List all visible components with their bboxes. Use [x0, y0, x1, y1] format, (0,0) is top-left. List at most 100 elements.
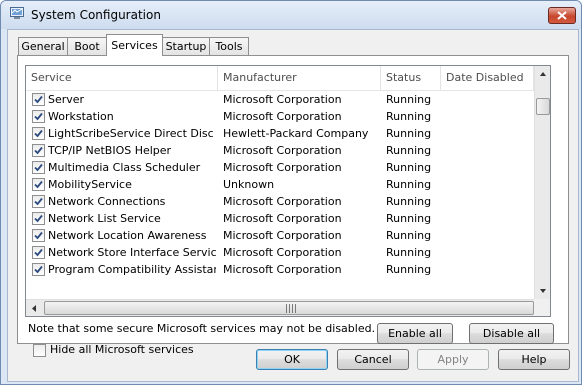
- service-checkbox[interactable]: [32, 246, 45, 259]
- column-header-manufacturer[interactable]: Manufacturer: [218, 66, 381, 90]
- date-disabled-cell: [446, 261, 534, 278]
- table-row[interactable]: Network Location Awareness Microsoft Corp…: [26, 227, 534, 244]
- table-row[interactable]: Network Connections Microsoft Corporation…: [26, 193, 534, 210]
- scroll-left-button[interactable]: [26, 300, 42, 316]
- service-checkbox[interactable]: [32, 144, 45, 157]
- service-name-cell: Network Location Awareness: [48, 229, 207, 242]
- checkmark-icon: [34, 231, 43, 240]
- date-disabled-cell: [446, 142, 534, 159]
- arrow-left-icon: [32, 305, 36, 312]
- tab-tools[interactable]: Tools: [209, 37, 249, 55]
- horizontal-scrollbar[interactable]: ||||: [26, 299, 534, 316]
- manufacturer-cell: Microsoft Corporation: [223, 110, 342, 123]
- service-checkbox[interactable]: [32, 127, 45, 140]
- checkmark-icon: [34, 180, 43, 189]
- services-list[interactable]: Service Manufacturer Status Date Disable…: [25, 65, 551, 317]
- date-disabled-cell: [446, 210, 534, 227]
- status-cell: Running: [386, 144, 432, 157]
- manufacturer-cell: Microsoft Corporation: [223, 246, 342, 259]
- tab-boot[interactable]: Boot: [67, 37, 107, 55]
- table-row[interactable]: Multimedia Class Scheduler Microsoft Corp…: [26, 159, 534, 176]
- service-checkbox[interactable]: [32, 195, 45, 208]
- column-header-status[interactable]: Status: [381, 66, 441, 90]
- service-checkbox[interactable]: [32, 263, 45, 276]
- service-name-cell: Server: [48, 93, 85, 106]
- services-rows: Server Microsoft Corporation Running Workst…: [26, 91, 534, 278]
- table-row[interactable]: TCP/IP NetBIOS Helper Microsoft Corporati…: [26, 142, 534, 159]
- horizontal-scroll-thumb[interactable]: ||||: [44, 301, 534, 315]
- date-disabled-cell: [446, 193, 534, 210]
- scroll-down-button[interactable]: [535, 282, 550, 299]
- vertical-scroll-thumb[interactable]: [536, 98, 550, 115]
- status-cell: Running: [386, 110, 432, 123]
- table-row[interactable]: LightScribeService Direct Disc La... Hewl…: [26, 125, 534, 142]
- arrow-down-icon: [540, 289, 546, 293]
- status-cell: Running: [386, 263, 432, 276]
- service-checkbox[interactable]: [32, 178, 45, 191]
- dialog-client-area: General Boot Services Startup Tools Serv…: [7, 29, 579, 382]
- disable-all-button[interactable]: Disable all: [469, 323, 554, 344]
- tab-general[interactable]: General: [18, 37, 68, 55]
- checkmark-icon: [34, 112, 43, 121]
- vertical-scrollbar[interactable]: [534, 66, 550, 299]
- status-cell: Running: [386, 195, 432, 208]
- table-row[interactable]: Network List Service Microsoft Corporatio…: [26, 210, 534, 227]
- date-disabled-cell: [446, 125, 534, 142]
- date-disabled-cell: [446, 176, 534, 193]
- system-configuration-window: System Configuration General Boot Servic…: [0, 0, 582, 385]
- column-header-service[interactable]: Service: [26, 66, 218, 90]
- table-row[interactable]: Workstation Microsoft Corporation Running: [26, 108, 534, 125]
- manufacturer-cell: Microsoft Corporation: [223, 229, 342, 242]
- service-checkbox[interactable]: [32, 161, 45, 174]
- scroll-up-button[interactable]: [535, 66, 550, 83]
- service-name-cell: TCP/IP NetBIOS Helper: [48, 144, 172, 157]
- manufacturer-cell: Hewlett-Packard Company: [223, 127, 369, 140]
- close-icon: [557, 11, 567, 20]
- scrollbar-corner: [534, 299, 550, 316]
- date-disabled-cell: [446, 159, 534, 176]
- apply-button[interactable]: Apply: [417, 349, 489, 370]
- column-header-date-disabled[interactable]: Date Disabled: [441, 66, 534, 90]
- manufacturer-cell: Microsoft Corporation: [223, 144, 342, 157]
- status-cell: Running: [386, 178, 432, 191]
- list-header: Service Manufacturer Status Date Disable…: [26, 66, 534, 91]
- help-button[interactable]: Help: [498, 349, 570, 370]
- window-title: System Configuration: [31, 8, 161, 22]
- date-disabled-cell: [446, 227, 534, 244]
- close-button[interactable]: [548, 7, 576, 24]
- grip-icon: ||||: [285, 304, 298, 314]
- title-bar[interactable]: System Configuration: [1, 1, 581, 29]
- checkmark-icon: [34, 129, 43, 138]
- hide-microsoft-services-checkbox[interactable]: [33, 344, 46, 357]
- service-name-cell: Network Connections: [48, 195, 166, 208]
- service-name-cell: MobilityService: [48, 178, 132, 191]
- ok-button[interactable]: OK: [256, 349, 328, 370]
- manufacturer-cell: Microsoft Corporation: [223, 212, 342, 225]
- cancel-button[interactable]: Cancel: [337, 349, 409, 370]
- service-checkbox[interactable]: [32, 229, 45, 242]
- services-panel: Service Manufacturer Status Date Disable…: [17, 55, 569, 357]
- table-row[interactable]: Program Compatibility Assistant ... Micro…: [26, 261, 534, 278]
- date-disabled-cell: [446, 108, 534, 125]
- service-checkbox[interactable]: [32, 212, 45, 225]
- service-name-cell: Program Compatibility Assistant ...: [48, 263, 216, 276]
- service-checkbox[interactable]: [32, 110, 45, 123]
- table-row[interactable]: Server Microsoft Corporation Running: [26, 91, 534, 108]
- enable-all-button[interactable]: Enable all: [377, 323, 453, 344]
- secure-services-note: Note that some secure Microsoft services…: [28, 322, 376, 335]
- tab-services[interactable]: Services: [106, 34, 163, 56]
- status-cell: Running: [386, 93, 432, 106]
- table-row[interactable]: MobilityService Unknown Running: [26, 176, 534, 193]
- tab-startup[interactable]: Startup: [162, 37, 210, 55]
- service-name-cell: Network List Service: [48, 212, 161, 225]
- date-disabled-cell: [446, 91, 534, 108]
- service-checkbox[interactable]: [32, 93, 45, 106]
- service-name-cell: LightScribeService Direct Disc La...: [48, 127, 216, 140]
- manufacturer-cell: Microsoft Corporation: [223, 161, 342, 174]
- manufacturer-cell: Microsoft Corporation: [223, 195, 342, 208]
- hide-microsoft-services-label[interactable]: Hide all Microsoft services: [50, 343, 194, 356]
- service-name-cell: Network Store Interface Service: [48, 246, 216, 259]
- status-cell: Running: [386, 161, 432, 174]
- status-cell: Running: [386, 229, 432, 242]
- table-row[interactable]: Network Store Interface Service Microsoft…: [26, 244, 534, 261]
